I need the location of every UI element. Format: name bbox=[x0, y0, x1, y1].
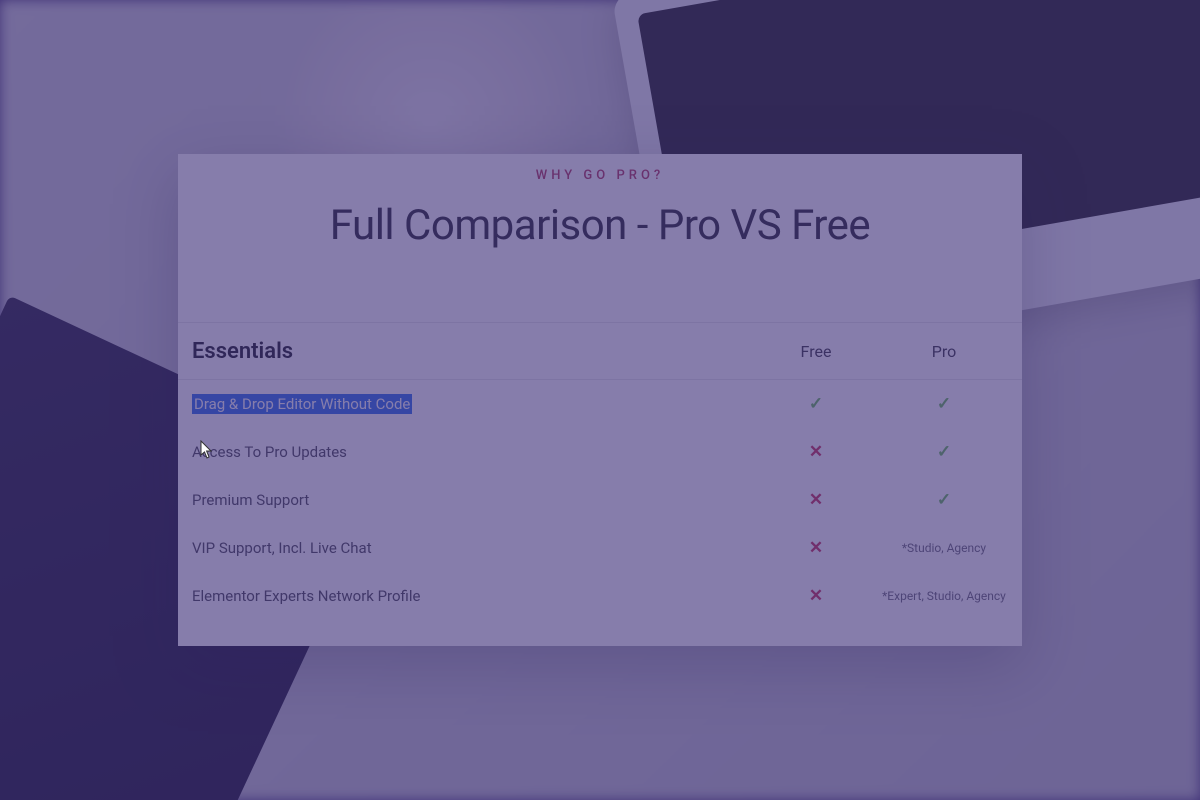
column-header-free: Free bbox=[752, 342, 880, 361]
cross-icon: ✕ bbox=[809, 538, 823, 558]
feature-label: Drag & Drop Editor Without Code bbox=[192, 395, 752, 413]
cell-pro: ✓ bbox=[880, 490, 1008, 510]
selected-text: Drag & Drop Editor Without Code bbox=[192, 394, 412, 414]
section-heading: Essentials bbox=[192, 339, 752, 364]
bg-book-shape bbox=[0, 296, 390, 800]
check-icon: ✓ bbox=[937, 490, 951, 510]
comparison-table: Essentials Free Pro Drag & Drop Editor W… bbox=[178, 322, 1022, 620]
cell-pro-note: *Expert, Studio, Agency bbox=[880, 589, 1008, 603]
table-row: Premium Support ✕ ✓ bbox=[178, 476, 1022, 524]
table-row: VIP Support, Incl. Live Chat ✕ *Studio, … bbox=[178, 524, 1022, 572]
cell-free: ✕ bbox=[752, 538, 880, 558]
cross-icon: ✕ bbox=[809, 490, 823, 510]
cell-free: ✕ bbox=[752, 442, 880, 462]
mouse-cursor-icon bbox=[200, 440, 214, 460]
cell-free: ✕ bbox=[752, 586, 880, 606]
page-background: WHY GO PRO? Full Comparison - Pro VS Fre… bbox=[0, 0, 1200, 800]
bg-laptop-shape bbox=[612, 0, 1200, 371]
comparison-card: WHY GO PRO? Full Comparison - Pro VS Fre… bbox=[178, 154, 1022, 646]
check-icon: ✓ bbox=[937, 394, 951, 414]
cross-icon: ✕ bbox=[809, 586, 823, 606]
check-icon: ✓ bbox=[937, 442, 951, 462]
eyebrow-text: WHY GO PRO? bbox=[178, 168, 1022, 183]
cell-free: ✓ bbox=[752, 394, 880, 414]
check-icon: ✓ bbox=[809, 394, 823, 414]
table-row: Drag & Drop Editor Without Code ✓ ✓ bbox=[178, 380, 1022, 428]
cell-pro-note: *Studio, Agency bbox=[880, 541, 1008, 555]
column-header-pro: Pro bbox=[880, 342, 1008, 361]
feature-label: Access To Pro Updates bbox=[192, 443, 752, 461]
table-row: Elementor Experts Network Profile ✕ *Exp… bbox=[178, 572, 1022, 620]
cell-pro: ✓ bbox=[880, 394, 1008, 414]
cross-icon: ✕ bbox=[809, 442, 823, 462]
feature-label: Premium Support bbox=[192, 491, 752, 509]
feature-label: Elementor Experts Network Profile bbox=[192, 587, 752, 605]
cell-pro: ✓ bbox=[880, 442, 1008, 462]
feature-label: VIP Support, Incl. Live Chat bbox=[192, 539, 752, 557]
page-title: Full Comparison - Pro VS Free bbox=[178, 201, 1022, 250]
table-header-row: Essentials Free Pro bbox=[178, 322, 1022, 380]
cell-free: ✕ bbox=[752, 490, 880, 510]
table-row: Access To Pro Updates ✕ ✓ bbox=[178, 428, 1022, 476]
